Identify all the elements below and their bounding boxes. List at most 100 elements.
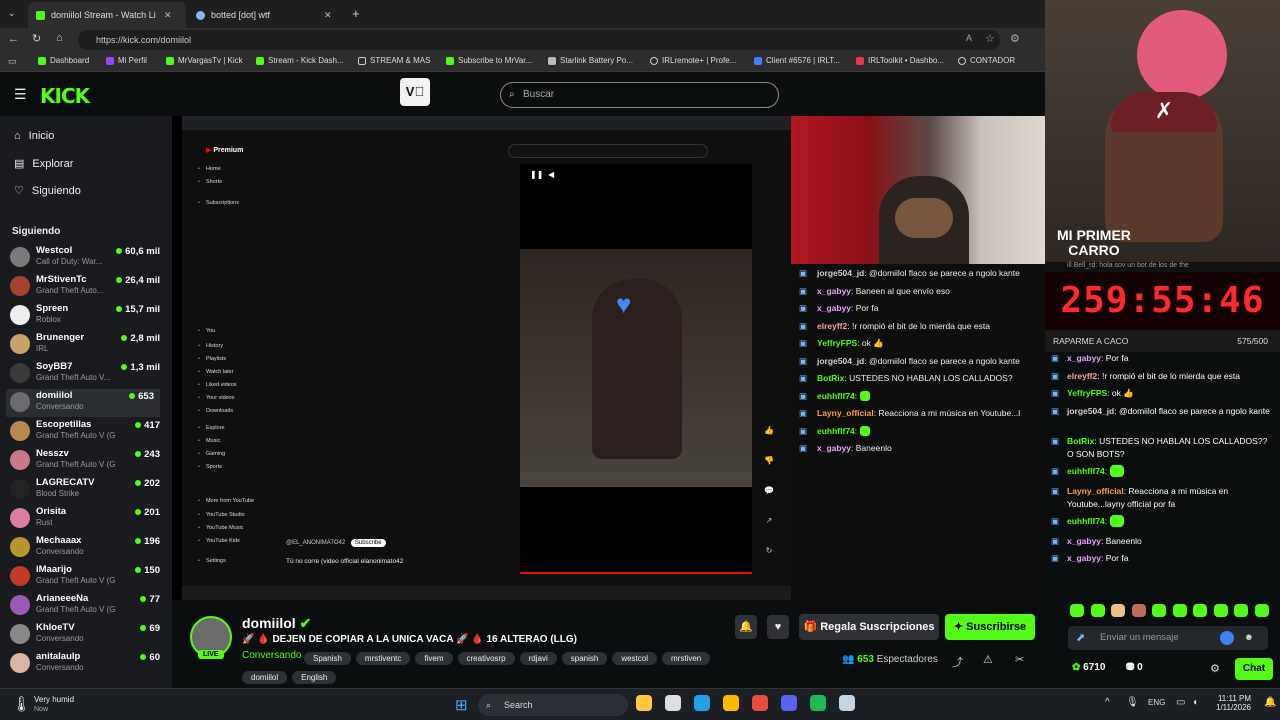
app-icon[interactable]	[752, 695, 768, 711]
chat-settings-gear-icon[interactable]: ⚙	[1210, 662, 1220, 675]
taskbar-search[interactable]: ⌕ Search	[478, 694, 628, 716]
edge-browser-icon[interactable]	[694, 695, 710, 711]
subscribe-button[interactable]: ✦ Suscribirse	[945, 614, 1035, 640]
chat-username[interactable]: euhhflf74	[1067, 466, 1105, 476]
emote-icon[interactable]	[1193, 604, 1207, 617]
chat-username[interactable]: x_gabyy	[1067, 353, 1101, 363]
bookmark-item[interactable]: Mi Perfil	[106, 56, 147, 65]
volume-icon[interactable]: ◖	[1192, 697, 1198, 708]
share-icon[interactable]: ⤴	[952, 654, 963, 670]
category-link[interactable]: Conversando	[242, 650, 301, 661]
sidebar-item-lagrecatv[interactable]: LAGRECATV Blood Strike 202	[10, 476, 160, 504]
emote-icon[interactable]	[1254, 604, 1269, 617]
sidebar-item-westcol[interactable]: Westcol Call of Duty: War... 60,6 mil	[10, 244, 160, 272]
report-icon[interactable]: ⚠	[983, 653, 993, 666]
tag-english[interactable]: English	[292, 671, 337, 684]
emote-icon[interactable]	[1090, 604, 1105, 617]
channel-points[interactable]: ✿ 6710	[1072, 662, 1105, 673]
discord-icon[interactable]	[781, 695, 797, 711]
channel-name[interactable]: domiilol ✔	[242, 615, 311, 632]
weather-icon[interactable]: 🌡	[12, 695, 31, 713]
tab-botted[interactable]: botted [dot] wtf ✕	[188, 2, 346, 28]
kick-logo[interactable]: KICK	[40, 84, 90, 108]
sidebar-item-mechaaax[interactable]: Mechaaax Conversando 196	[10, 534, 160, 562]
read-aloud-icon[interactable]: A	[966, 33, 972, 43]
close-tab-icon[interactable]: ✕	[164, 10, 172, 21]
sidebar-item-explorar[interactable]: ▤ Explorar	[14, 157, 73, 171]
reload-icon[interactable]: ↻	[32, 32, 41, 45]
sidebar-item-spreen[interactable]: Spreen Roblox 15,7 mil	[10, 302, 160, 330]
microphone-icon[interactable]: 🎙	[1126, 697, 1139, 708]
bookmark-item[interactable]: STREAM & MAS	[358, 56, 430, 65]
close-tab-icon[interactable]: ✕	[324, 10, 332, 21]
chat-send-button[interactable]: Chat	[1235, 658, 1273, 680]
hamburger-menu-icon[interactable]: ☰	[14, 86, 27, 103]
emote-icon[interactable]	[1172, 604, 1187, 617]
gift-subs-button[interactable]: 🎁 Regala Suscripciones	[799, 614, 939, 640]
sidebar-item-nesszv[interactable]: Nesszv Grand Theft Auto V (G... 243	[10, 447, 160, 475]
bookmark-item[interactable]: Client #6576 | IRLT...	[754, 56, 840, 65]
video-player[interactable]: ▶ Premium ▪ Home ▪ Shorts ▪ Subscriptions ▪ You…	[172, 116, 1045, 600]
emote-icon[interactable]	[1234, 604, 1248, 617]
chat-username[interactable]: Layny_official	[1067, 486, 1124, 496]
chat-username[interactable]: jorge504_jd	[1067, 406, 1114, 416]
sidebar-item-khloetv[interactable]: KhloeTV Conversando 69	[10, 621, 160, 649]
bookmark-item[interactable]: Stream - Kick Dash...	[256, 56, 344, 65]
tag-mrstiven[interactable]: mrstiven	[662, 652, 711, 665]
extensions-icon[interactable]: ⚙	[1010, 32, 1020, 45]
language-indicator[interactable]: ENG	[1148, 698, 1165, 707]
windows-start-icon[interactable]: ⊞	[455, 696, 468, 714]
chat-username[interactable]: x_gabyy	[1067, 536, 1101, 546]
tag-spanish[interactable]: Spanish	[304, 652, 351, 665]
volume-icon[interactable]: ◀	[548, 170, 554, 179]
chat-username[interactable]: x_gabyy	[1067, 553, 1101, 563]
bookmark-item[interactable]: CONTADOR	[958, 56, 1015, 65]
url-input[interactable]: https://kick.com/domiilol	[78, 30, 1000, 50]
bookmarks-menu-icon[interactable]: ▭	[8, 56, 17, 67]
sidebar-item-domiilol[interactable]: domiilol Conversando 653	[6, 389, 160, 417]
sidebar-item-mrstiventc[interactable]: MrStivenTc Grand Theft Auto... 26,4 mil	[10, 273, 160, 301]
steam-icon[interactable]	[839, 695, 855, 711]
pause-icon[interactable]: ❚❚	[530, 170, 543, 179]
bookmark-item[interactable]: Dashboard	[38, 56, 89, 65]
tag-westcol[interactable]: westcol	[612, 652, 658, 665]
chat-username[interactable]: BotRix	[1067, 436, 1094, 446]
sidebar-item-escopetillas[interactable]: Escopetillas Grand Theft Auto V (G... 417	[10, 418, 160, 446]
emote-icon[interactable]	[1131, 604, 1146, 617]
back-arrow-icon[interactable]: ←	[8, 33, 19, 45]
sidebar-item-siguiendo[interactable]: ♡ Siguiendo	[14, 184, 81, 198]
folder-icon[interactable]	[723, 695, 739, 711]
network-icon[interactable]: ▭	[1176, 697, 1185, 708]
bookmark-item[interactable]: MrVargasTv | Kick	[166, 56, 243, 65]
tag-fivem[interactable]: fivem	[415, 652, 453, 665]
favorite-star-icon[interactable]: ☆	[985, 32, 995, 45]
sidebar-item-arianeeena[interactable]: ArianeeeNaGrand Theft Auto V (GTA) 77	[10, 592, 160, 620]
chat-input[interactable]: ⬈ Enviar un mensaje ☻	[1068, 626, 1268, 650]
emoji-icon[interactable]: ☻	[1244, 626, 1254, 650]
spotify-icon[interactable]	[810, 695, 826, 711]
sidebar-item-brunenger[interactable]: Brunenger IRL 2,8 mil	[10, 331, 160, 359]
emote-icon[interactable]	[1111, 604, 1125, 617]
sidebar-item-imaarijo[interactable]: iMaarijo Grand Theft Auto V (G... 150	[10, 563, 160, 591]
bookmark-item[interactable]: Subscribe to MrVar...	[446, 56, 532, 65]
chat-mod-icon[interactable]: ⬈	[1076, 626, 1085, 650]
clip-icon[interactable]: ✂	[1015, 653, 1024, 666]
tab-kick-stream[interactable]: domiilol Stream - Watch Live ✕	[28, 2, 186, 28]
notification-bell-icon[interactable]: 🔔	[1264, 697, 1276, 708]
sidebar-item-orisita[interactable]: Orisita Rust 201	[10, 505, 160, 533]
sidebar-item-soybb7[interactable]: SoyBB7 Grand Theft Auto V... 1,3 mil	[10, 360, 160, 388]
notifications-bell-icon[interactable]: 🔔	[735, 615, 757, 639]
emote-icon[interactable]	[1213, 604, 1228, 617]
chat-username[interactable]: YeffryFPS	[1067, 388, 1107, 398]
bookmark-item[interactable]: Starlink Battery Po...	[548, 56, 633, 65]
tab-list-chevron-icon[interactable]: ⌄	[8, 8, 16, 19]
task-view-icon[interactable]	[665, 695, 681, 711]
tag-domiilol[interactable]: domiilol	[242, 671, 288, 684]
tray-chevron-icon[interactable]: ^	[1105, 697, 1110, 708]
browse-extension-icon[interactable]: V⃞	[400, 78, 430, 106]
bookmark-item[interactable]: IRLremote+ | Profe...	[650, 56, 736, 65]
tag-creativosrp[interactable]: creativosrp	[457, 652, 515, 665]
file-explorer-icon[interactable]	[636, 695, 652, 711]
sidebar-item-anitalaulp[interactable]: anitalaulp Conversando 60	[10, 650, 160, 678]
emote-icon[interactable]	[1152, 604, 1166, 617]
